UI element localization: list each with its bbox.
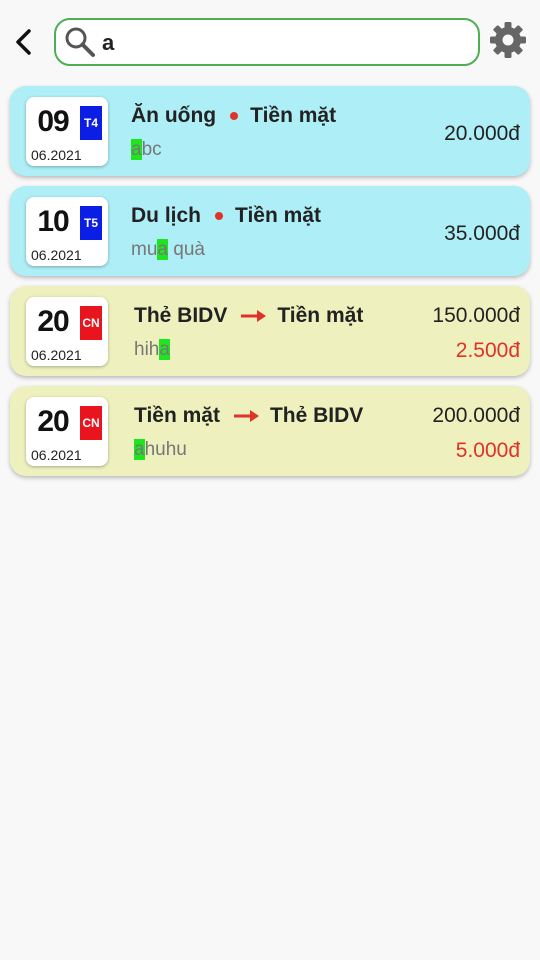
top-bar: a — [0, 0, 540, 80]
back-button[interactable] — [8, 22, 40, 62]
separator-dot-icon — [215, 212, 224, 220]
settings-button[interactable] — [488, 20, 528, 60]
search-match-highlight: a — [159, 339, 170, 360]
day: 20 — [37, 305, 69, 338]
separator-dot-icon — [230, 112, 239, 120]
search-match-highlight: a — [134, 439, 145, 460]
transaction-card[interactable]: 10 T5 06.2021 Du lịch Tiền mặt mua quà 3… — [10, 186, 530, 276]
category-label: Du lịch — [131, 204, 202, 227]
account-label: Tiền mặt — [235, 204, 321, 227]
search-field[interactable]: a — [54, 18, 480, 66]
chevron-left-icon — [16, 29, 31, 55]
gear-icon — [490, 22, 526, 58]
transaction-title: Du lịch Tiền mặt — [131, 204, 321, 228]
note: ahuhu — [134, 439, 187, 460]
amount: 35.000đ — [444, 222, 520, 245]
date-box: 20 CN 06.2021 — [26, 397, 108, 466]
date-box: 09 T4 06.2021 — [26, 97, 108, 166]
amount: 200.000đ — [432, 404, 520, 427]
transaction-list: 09 T4 06.2021 Ăn uống Tiền mặt abc 20.00… — [10, 86, 530, 486]
month-year: 06.2021 — [31, 247, 82, 263]
category-label: Ăn uống — [131, 104, 217, 127]
from-account-label: Tiền mặt — [134, 404, 220, 427]
month-year: 06.2021 — [31, 347, 82, 363]
amount: 20.000đ — [444, 122, 520, 145]
date-box: 10 T5 06.2021 — [26, 197, 108, 266]
day: 10 — [37, 205, 69, 238]
transfer-card[interactable]: 20 CN 06.2021 Thẻ BIDV Tiền mặt hiha 150… — [10, 286, 530, 376]
amount: 150.000đ — [432, 304, 520, 327]
search-match-highlight: a — [157, 239, 168, 260]
note: hiha — [134, 339, 170, 360]
transfer-title: Thẻ BIDV Tiền mặt — [134, 304, 363, 328]
day: 20 — [37, 405, 69, 438]
weekday-badge: T4 — [80, 106, 102, 140]
transaction-title: Ăn uống Tiền mặt — [131, 104, 336, 128]
account-label: Tiền mặt — [250, 104, 337, 127]
search-icon — [65, 27, 95, 57]
month-year: 06.2021 — [31, 447, 82, 463]
to-account-label: Thẻ BIDV — [269, 404, 364, 427]
month-year: 06.2021 — [31, 147, 82, 163]
arrow-right-icon — [241, 310, 267, 322]
fee-amount: 2.500đ — [455, 339, 520, 362]
to-account-label: Tiền mặt — [277, 304, 364, 327]
date-box: 20 CN 06.2021 — [26, 297, 108, 366]
weekday-badge: CN — [80, 406, 102, 440]
transaction-card[interactable]: 09 T4 06.2021 Ăn uống Tiền mặt abc 20.00… — [10, 86, 530, 176]
note: mua quà — [131, 239, 205, 260]
note: abc — [131, 139, 162, 160]
search-input[interactable]: a — [102, 30, 114, 56]
arrow-right-icon — [233, 410, 259, 422]
fee-amount: 5.000đ — [455, 439, 520, 462]
search-match-highlight: a — [131, 139, 142, 160]
from-account-label: Thẻ BIDV — [134, 304, 228, 327]
weekday-badge: CN — [80, 306, 102, 340]
day: 09 — [37, 105, 69, 138]
transfer-card[interactable]: 20 CN 06.2021 Tiền mặt Thẻ BIDV ahuhu 20… — [10, 386, 530, 476]
transfer-title: Tiền mặt Thẻ BIDV — [134, 404, 363, 428]
weekday-badge: T5 — [80, 206, 102, 240]
